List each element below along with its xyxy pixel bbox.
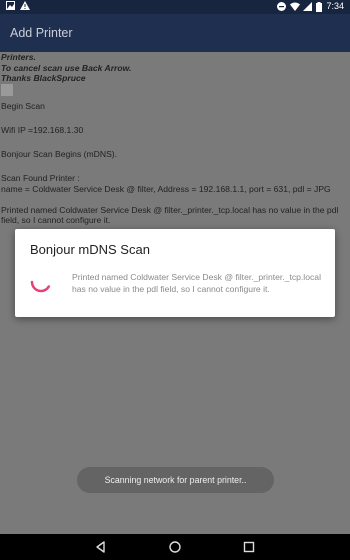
clock: 7:34 <box>326 1 344 11</box>
log-intro-line: Thanks BlackSpruce <box>1 73 86 83</box>
log-line: Bonjour Scan Begins (mDNS). <box>1 149 118 159</box>
signal-icon <box>303 1 313 11</box>
log-line: name = Coldwater Service Desk @ filter, … <box>1 183 331 194</box>
loading-spinner-icon <box>30 280 51 293</box>
log-line: Printed named Coldwater Service Desk @ f… <box>1 204 339 226</box>
wifi-icon <box>290 2 301 11</box>
battery-icon <box>316 1 323 12</box>
recents-icon[interactable] <box>242 540 256 554</box>
log-intro-line: Printers. <box>1 52 36 62</box>
log-line: Scan Found Printer : <box>1 173 80 183</box>
status-bar: 7:34 <box>0 0 350 14</box>
navigation-bar <box>0 534 350 560</box>
log-line: Begin Scan <box>1 101 45 111</box>
log-line: Wifi IP =192.168.1.30 <box>1 125 84 135</box>
home-icon[interactable] <box>168 540 182 554</box>
page-title: Add Printer <box>10 26 73 40</box>
log-intro-line: To cancel scan use Back Arrow. <box>1 62 132 73</box>
toast: Scanning network for parent printer.. <box>77 467 274 493</box>
dialog-title: Bonjour mDNS Scan <box>30 242 150 257</box>
do-not-disturb-icon <box>277 1 287 11</box>
back-icon[interactable] <box>94 540 108 554</box>
image-notification-icon <box>6 1 15 10</box>
app-bar: Add Printer <box>0 14 350 52</box>
progress-dialog: Bonjour mDNS Scan Printed named Coldwate… <box>15 229 335 317</box>
dialog-message: Printed named Coldwater Service Desk @ f… <box>72 272 321 294</box>
blank-row <box>1 84 13 96</box>
warning-icon <box>20 1 30 10</box>
